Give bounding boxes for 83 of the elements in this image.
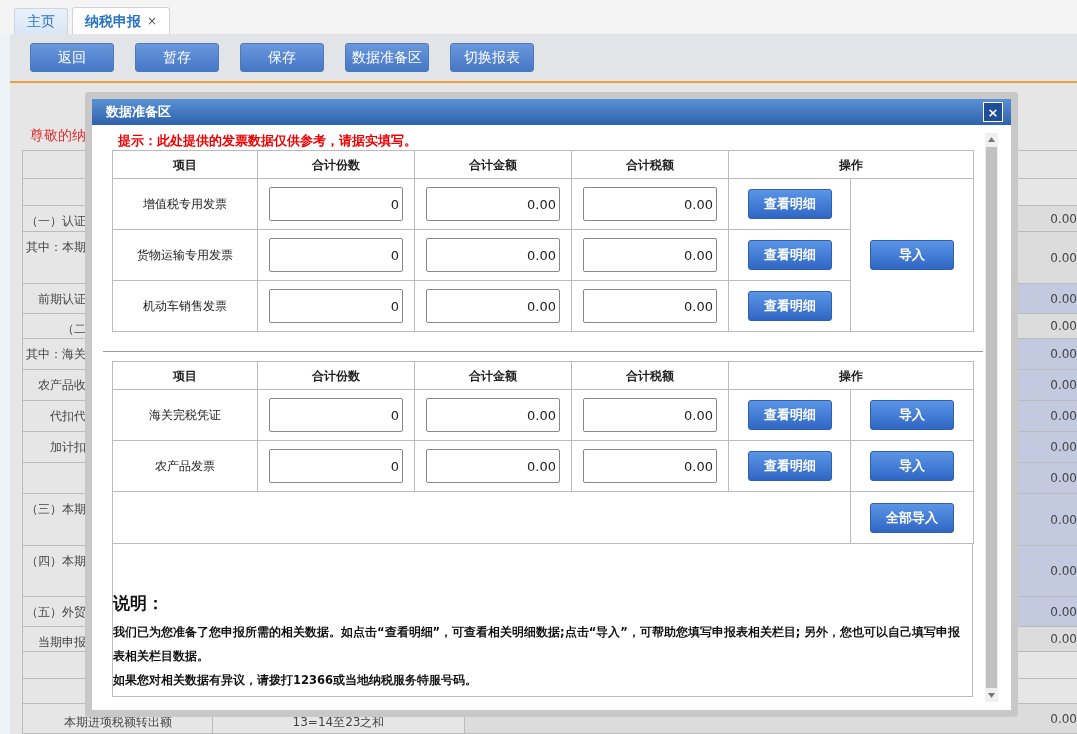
table-cell: 货物运输专用发票	[112, 229, 258, 281]
scroll-down-icon[interactable]	[988, 693, 995, 698]
column-header: 合计税额	[571, 361, 729, 390]
amount-value: 0.00	[1050, 439, 1077, 456]
input-field[interactable]: 0.00	[426, 238, 560, 272]
input-field[interactable]: 0.00	[583, 449, 717, 483]
input-field[interactable]: 0.00	[583, 398, 717, 432]
row-label: （一）认证	[26, 213, 86, 230]
input-field[interactable]: 0.00	[426, 398, 560, 432]
notice-text: 尊敬的纳	[30, 126, 86, 145]
amount-value: 0.00	[1050, 346, 1077, 363]
tab[interactable]: 纳税申报 ×	[72, 7, 171, 35]
column-header: 合计份数	[257, 361, 415, 390]
table-cell: 农产品发票	[112, 440, 258, 492]
row-label: 其中：本期	[26, 239, 86, 256]
toolbar-button[interactable]: 数据准备区	[345, 42, 429, 72]
table-cell: 海关完税凭证	[112, 389, 258, 441]
column-header: 合计金额	[414, 150, 572, 179]
notes-heading: 说明：	[113, 591, 165, 615]
amount-value: 0.00	[1050, 631, 1077, 648]
column-header: 合计金额	[414, 361, 572, 390]
row-label: （五）外贸	[26, 604, 86, 621]
toolbar-button[interactable]: 切换报表	[450, 42, 534, 72]
notes-paragraph: 我们已为您准备了您申报所需的相关数据。如点击“查看明细”，可查看相关明细数据;点击“导入”，可帮助您填写申报表相关栏目; 另外，您也可以自己填写申报表相关栏目数据。	[113, 624, 962, 665]
import-all-button[interactable]: 全部导入	[870, 502, 954, 533]
amount-value: 0.00	[1050, 563, 1077, 580]
column-header: 合计份数	[257, 150, 415, 179]
row-label: 其中：海关	[26, 346, 86, 363]
row-label: 加计扣	[50, 439, 86, 456]
view-details-button[interactable]: 查看明细	[747, 189, 832, 219]
input-field[interactable]: 0	[269, 238, 403, 272]
row-label: 当期申报	[38, 634, 86, 651]
column-header: 操作	[728, 150, 974, 179]
import-button[interactable]: 导入	[870, 400, 954, 430]
tab[interactable]: 主页	[14, 8, 68, 35]
toolbar-button[interactable]: 暂存	[135, 42, 219, 72]
view-details-button[interactable]: 查看明细	[747, 240, 832, 270]
amount-value: 0.00	[1050, 710, 1077, 728]
amount-value: 0.00	[1050, 470, 1077, 487]
input-field[interactable]: 0.00	[426, 449, 560, 483]
row-label: （四）本期	[26, 553, 86, 570]
input-field[interactable]: 0.00	[583, 187, 717, 221]
input-field[interactable]: 0	[269, 398, 403, 432]
dialog-title: 数据准备区	[106, 103, 171, 122]
row-label: 前期认证	[38, 291, 86, 308]
input-field[interactable]: 0.00	[583, 289, 717, 323]
import-button[interactable]: 导入	[870, 451, 954, 481]
amount-value: 0.00	[1050, 511, 1077, 529]
input-field[interactable]: 0	[269, 289, 403, 323]
input-field[interactable]: 0.00	[426, 187, 560, 221]
close-icon[interactable]: ×	[147, 12, 158, 31]
amount-value: 0.00	[1050, 603, 1077, 621]
table-cell: 机动车销售发票	[112, 280, 258, 332]
table-cell: 增值税专用发票	[112, 178, 258, 230]
column-header: 项目	[112, 150, 258, 179]
column-header: 项目	[112, 361, 258, 390]
column-header: 合计税额	[571, 150, 729, 179]
input-field[interactable]: 0.00	[583, 238, 717, 272]
input-field[interactable]: 0	[269, 449, 403, 483]
amount-value: 0.00	[1050, 210, 1077, 228]
import-button[interactable]: 导入	[870, 240, 954, 270]
toolbar-button[interactable]: 保存	[240, 42, 324, 72]
amount-value: 0.00	[1050, 318, 1077, 335]
row-label: （三）本期	[26, 501, 86, 518]
scrollbar[interactable]	[985, 133, 998, 702]
input-field[interactable]: 0	[269, 187, 403, 221]
amount-value: 0.00	[1050, 290, 1077, 308]
view-details-button[interactable]: 查看明细	[747, 400, 832, 430]
hint-text: 提示：此处提供的发票数据仅供参考，请据实填写。	[117, 132, 418, 150]
amount-value: 0.00	[1050, 408, 1077, 425]
input-field[interactable]: 0.00	[426, 289, 560, 323]
amount-value: 0.00	[1050, 377, 1077, 394]
view-details-button[interactable]: 查看明细	[747, 451, 832, 481]
column-header: 操作	[728, 361, 974, 390]
toolbar-button[interactable]: 返回	[30, 42, 114, 72]
amount-value: 0.00	[1050, 249, 1077, 267]
notes-paragraph: 如果您对相关数据有异议，请拨打12366或当地纳税服务特服号码。	[113, 672, 478, 689]
close-button[interactable]: ×	[983, 102, 1003, 122]
row-label: 农产品收	[38, 377, 86, 394]
row-label: 本期进项税额转出额	[63, 714, 172, 731]
scroll-up-icon[interactable]	[988, 137, 995, 142]
row-label: （二	[62, 321, 86, 338]
view-details-button[interactable]: 查看明细	[747, 291, 832, 321]
